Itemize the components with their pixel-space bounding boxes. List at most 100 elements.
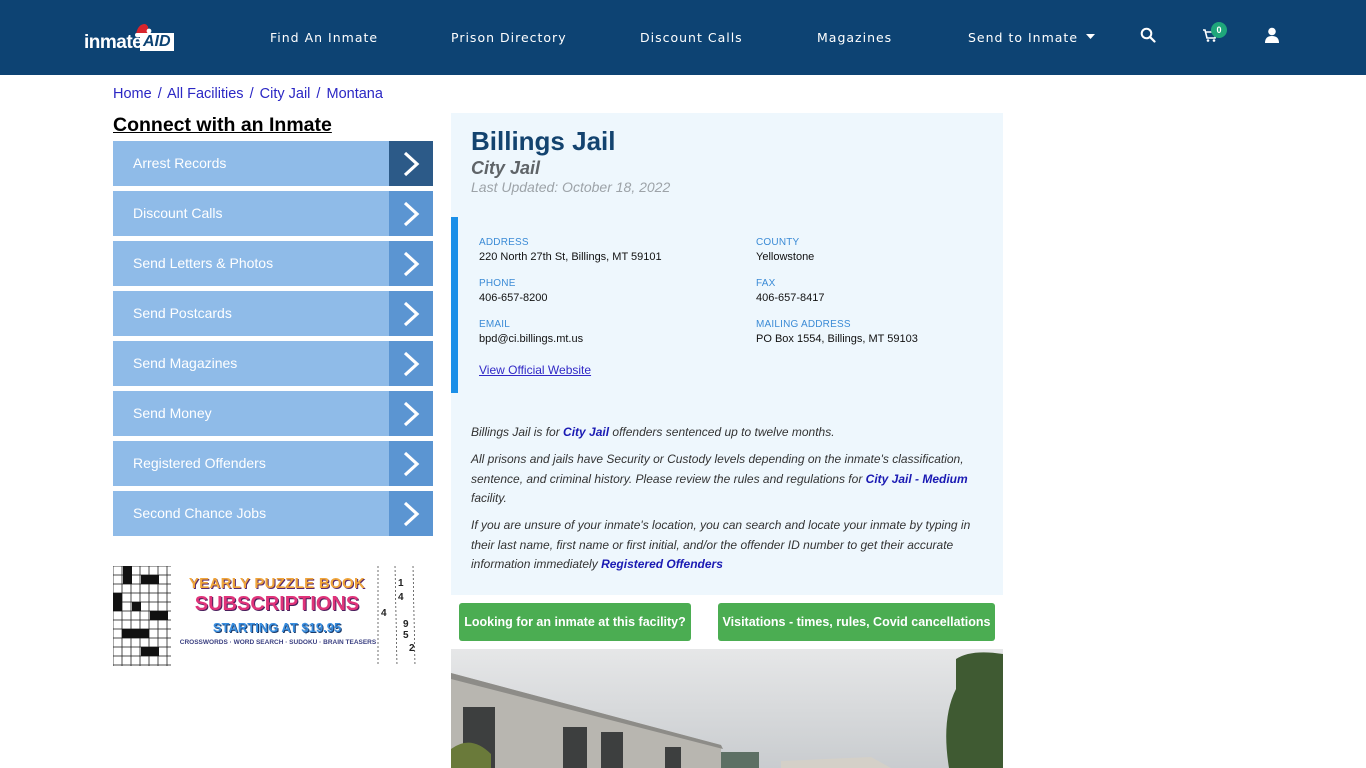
description-text: Billings Jail is for [471,425,564,439]
chevron-right-icon [403,301,420,327]
breadcrumb-separator: / [249,86,254,102]
phone-label: PHONE [479,278,516,289]
sidebar-item-send-money[interactable]: Send Money [113,391,433,436]
chevron-right-icon [403,351,420,377]
site-logo[interactable]: inmate AID [84,22,180,56]
nav-find-inmate[interactable]: Find An Inmate [270,30,378,45]
chevron-right-box [389,191,433,236]
sidebar-item-discount-calls[interactable]: Discount Calls [113,191,433,236]
address-label: ADDRESS [479,237,529,248]
top-navbar: inmate AID Find An Inmate Prison Directo… [0,0,1366,75]
chevron-right-box [389,241,433,286]
sidebar-item-label: Send Magazines [133,355,238,371]
find-inmate-at-facility-button[interactable]: Looking for an inmate at this facility? [459,603,691,641]
chevron-right-icon [403,201,420,227]
sidebar-item-label: Registered Offenders [133,455,266,471]
email-field: EMAIL bpd@ci.billings.mt.us [479,319,583,345]
chevron-right-box [389,141,433,186]
cart-count-badge: 0 [1211,22,1227,38]
sidebar-item-label: Send Money [133,405,212,421]
description-paragraph-3: If you are unsure of your inmate's locat… [471,516,976,575]
sidebar-item-label: Second Chance Jobs [133,505,267,521]
nav-discount-calls[interactable]: Discount Calls [640,30,743,45]
mailing-address-label: MAILING ADDRESS [756,319,851,330]
chevron-right-icon [403,401,420,427]
user-icon [1265,27,1279,43]
sidebar-item-send-letters-photos[interactable]: Send Letters & Photos [113,241,433,286]
account-button[interactable] [1265,27,1285,47]
sidebar-item-label: Send Postcards [133,305,232,321]
sidebar-item-label: Discount Calls [133,205,223,221]
chevron-right-icon [403,451,420,477]
ad-headline: YEARLY PUZZLE BOOK [188,575,366,592]
last-updated: Last Updated: October 18, 2022 [471,179,671,195]
chevron-right-box [389,391,433,436]
email-value: bpd@ci.billings.mt.us [479,333,584,345]
city-jail-medium-link[interactable]: City Jail - Medium [866,472,968,486]
nav-send-to-inmate[interactable]: Send to Inmate [968,30,1095,45]
nav-send-to-inmate-label: Send to Inmate [968,30,1079,45]
sidebar-item-label: Send Letters & Photos [133,255,274,271]
sidebar-menu: Arrest Records Discount Calls Send Lette… [113,141,433,541]
sidebar-item-send-magazines[interactable]: Send Magazines [113,341,433,386]
chevron-right-icon [403,501,420,527]
sidebar-title: Connect with an Inmate [113,114,332,136]
county-field: COUNTY Yellowstone [756,237,814,263]
sidebar-item-registered-offenders[interactable]: Registered Offenders [113,441,433,486]
puzzle-book-ad-banner[interactable]: YEARLY PUZZLE BOOK SUBSCRIPTIONS STARTIN… [113,566,423,666]
city-jail-link[interactable]: City Jail [563,425,609,439]
county-label: COUNTY [756,237,800,248]
sidebar-item-send-postcards[interactable]: Send Postcards [113,291,433,336]
address-value: 220 North 27th St, Billings, MT 59101 [479,251,662,263]
sudoku-digit: 4 [398,592,404,603]
facility-photo [451,649,1003,768]
sudoku-digit: 9 [403,619,409,630]
facility-building-image [451,649,1003,768]
chevron-right-icon [403,251,420,277]
facility-type: City Jail [471,158,541,178]
visitations-button[interactable]: Visitations - times, rules, Covid cancel… [718,603,995,641]
facility-info-box: ADDRESS 220 North 27th St, Billings, MT … [451,217,1003,393]
email-label: EMAIL [479,319,511,330]
description-paragraph-1: Billings Jail is for City Jail offenders… [471,423,976,443]
breadcrumb-all-facilities[interactable]: All Facilities [167,86,244,102]
sidebar-item-second-chance-jobs[interactable]: Second Chance Jobs [113,491,433,536]
breadcrumb-home[interactable]: Home [113,86,152,102]
facility-name: Billings Jail [471,126,616,156]
search-icon [1140,27,1156,43]
address-field: ADDRESS 220 North 27th St, Billings, MT … [479,237,662,263]
breadcrumb: Home / All Facilities / City Jail / Mont… [113,86,383,102]
county-value: Yellowstone [756,251,815,263]
caret-down-icon [1086,34,1095,39]
chevron-right-box [389,491,433,536]
sidebar-item-arrest-records[interactable]: Arrest Records [113,141,433,186]
official-website-link[interactable]: View Official Website [479,363,591,377]
sudoku-digit: 5 [403,630,409,641]
chevron-right-box [389,441,433,486]
breadcrumb-separator: / [316,86,321,102]
fax-label: FAX [756,278,776,289]
logo-text-inmate: inmate [84,32,143,53]
sudoku-digit: 4 [381,608,387,619]
chevron-right-icon [403,151,420,177]
sidebar-item-label: Arrest Records [133,155,227,171]
nav-prison-directory[interactable]: Prison Directory [451,30,567,45]
logo-text-aid: AID [140,33,174,51]
search-button[interactable] [1140,27,1160,47]
breadcrumb-city-jail[interactable]: City Jail [260,86,311,102]
breadcrumb-montana[interactable]: Montana [326,86,382,102]
ad-price: STARTING AT $19.95 [212,620,342,635]
phone-field: PHONE 406-657-8200 [479,278,548,304]
chevron-right-box [389,291,433,336]
registered-offenders-link[interactable]: Registered Offenders [601,557,723,571]
mailing-address-value: PO Box 1554, Billings, MT 59103 [756,333,918,345]
facility-card: Billings Jail City Jail Last Updated: Oc… [451,113,1003,595]
description-paragraph-2: All prisons and jails have Security or C… [471,450,976,509]
ad-categories: CROSSWORDS · WORD SEARCH · SUDOKU · BRAI… [179,639,377,646]
fax-value: 406-657-8417 [756,292,825,304]
ad-subscriptions: SUBSCRIPTIONS [194,593,360,615]
sudoku-digit: 1 [398,578,404,589]
nav-magazines[interactable]: Magazines [817,30,892,45]
description-text: facility. [471,491,507,505]
fax-field: FAX 406-657-8417 [756,278,825,304]
